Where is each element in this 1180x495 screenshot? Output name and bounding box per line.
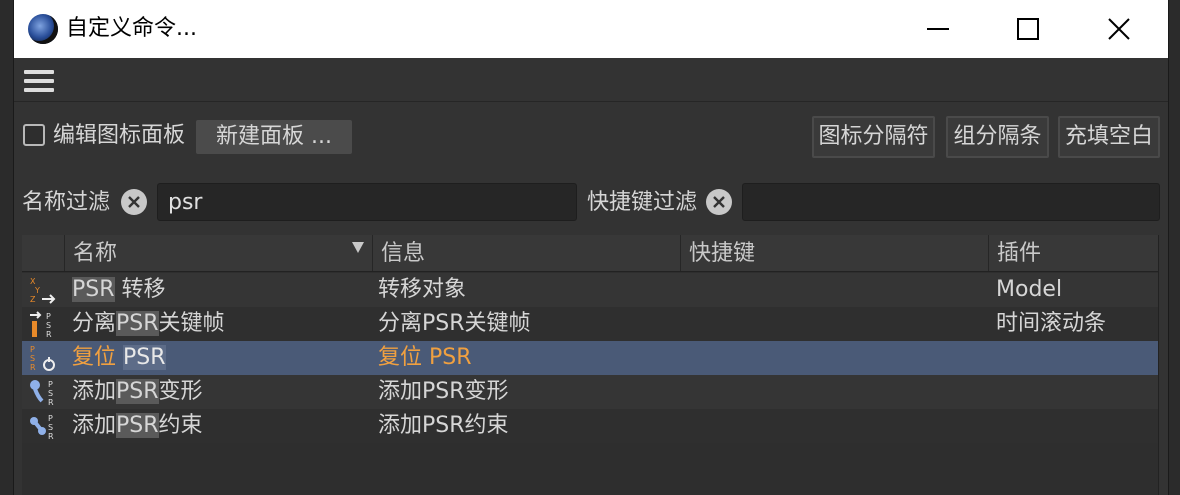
clear-shortcut-filter-icon[interactable]	[706, 189, 732, 215]
minimize-icon	[927, 28, 949, 30]
divider	[14, 101, 1168, 102]
column-header-info[interactable]: 信息	[372, 235, 680, 271]
cinema4d-app-icon	[28, 14, 58, 44]
xyz-transfer-icon: X Y Z	[30, 277, 56, 304]
svg-text:P: P	[46, 312, 51, 321]
add-psr-deformer-icon: P S R	[30, 380, 54, 407]
svg-text:P: P	[48, 380, 53, 389]
svg-text:S: S	[46, 321, 51, 330]
column-header-icon	[22, 235, 64, 271]
row-name: 添加PSR变形	[72, 379, 203, 404]
edit-panel-label: 编辑图标面板	[53, 123, 186, 148]
clear-name-filter-icon[interactable]	[121, 189, 147, 215]
group-separator-button[interactable]: 组分隔条	[946, 116, 1049, 158]
svg-text:S: S	[48, 389, 53, 398]
row-name: PSR 转移	[72, 277, 166, 302]
table-row[interactable]: P S R 分离PSR关键帧 分离PSR关键帧 时间滚动条	[22, 307, 1158, 341]
svg-text:P: P	[30, 345, 35, 354]
new-panel-button[interactable]: 新建面板 ...	[196, 120, 352, 154]
svg-text:R: R	[46, 330, 52, 339]
fill-space-button[interactable]: 充填空白	[1058, 116, 1160, 158]
title-bar: 自定义命令...	[14, 0, 1168, 58]
table-row[interactable]: P S R 添加PSR约束 添加PSR约束	[22, 409, 1158, 443]
commands-table: 名称 信息 快捷键 插件 X Y Z PSR 转移 转移对象 Model P S…	[22, 235, 1158, 495]
maximize-icon	[1017, 18, 1039, 40]
svg-text:S: S	[30, 354, 35, 363]
row-name: 分离PSR关键帧	[72, 311, 225, 336]
row-info: 添加PSR变形	[378, 379, 509, 404]
svg-text:R: R	[48, 398, 54, 407]
svg-text:R: R	[30, 363, 36, 372]
table-row[interactable]: X Y Z PSR 转移 转移对象 Model	[22, 273, 1158, 307]
row-info: 分离PSR关键帧	[378, 311, 531, 336]
column-header-plugin[interactable]: 插件	[988, 235, 1158, 271]
sort-descending-icon	[352, 242, 364, 253]
svg-text:S: S	[48, 423, 53, 432]
add-psr-constraint-icon: P S R	[30, 414, 54, 441]
row-info: 转移对象	[378, 277, 467, 302]
table-scroll-edge	[1158, 235, 1159, 495]
window-title: 自定义命令...	[66, 16, 197, 41]
hamburger-menu-icon[interactable]	[24, 70, 54, 92]
column-header-shortcut[interactable]: 快捷键	[680, 235, 988, 271]
row-info: 添加PSR约束	[378, 413, 509, 438]
table-row[interactable]: P S R 添加PSR变形 添加PSR变形	[22, 375, 1158, 409]
shortcut-filter-label: 快捷键过滤	[587, 190, 698, 215]
svg-text:P: P	[48, 414, 53, 423]
icon-separator-button[interactable]: 图标分隔符	[812, 116, 935, 158]
custom-commands-window: 自定义命令... 编辑图标面板 新建面板 ... 图标分隔符 组分隔条 充填空白…	[13, 0, 1169, 495]
separate-psr-key-icon: P S R	[30, 311, 52, 339]
column-header-name[interactable]: 名称	[64, 235, 372, 271]
close-button[interactable]	[1072, 0, 1166, 58]
svg-text:R: R	[48, 432, 54, 441]
minimize-button[interactable]	[891, 0, 985, 58]
svg-text:Z: Z	[30, 295, 36, 304]
shortcut-filter-input[interactable]	[742, 183, 1160, 221]
row-info: 复位 PSR	[378, 345, 472, 370]
svg-text:X: X	[30, 277, 36, 286]
row-plugin: 时间滚动条	[996, 311, 1107, 336]
table-row-selected[interactable]: P S R 复位 PSR 复位 PSR	[22, 341, 1158, 375]
edit-panel-checkbox[interactable]	[23, 124, 45, 146]
svg-text:Y: Y	[34, 286, 40, 295]
name-filter-input[interactable]: psr	[157, 183, 577, 221]
table-header: 名称 信息 快捷键 插件	[22, 235, 1158, 272]
row-plugin: Model	[996, 277, 1063, 302]
close-icon	[1108, 18, 1130, 40]
row-name: 添加PSR约束	[72, 413, 203, 438]
name-filter-label: 名称过滤	[22, 190, 111, 215]
row-name: 复位 PSR	[72, 345, 166, 370]
reset-psr-icon: P S R	[30, 345, 55, 372]
maximize-button[interactable]	[981, 0, 1075, 58]
